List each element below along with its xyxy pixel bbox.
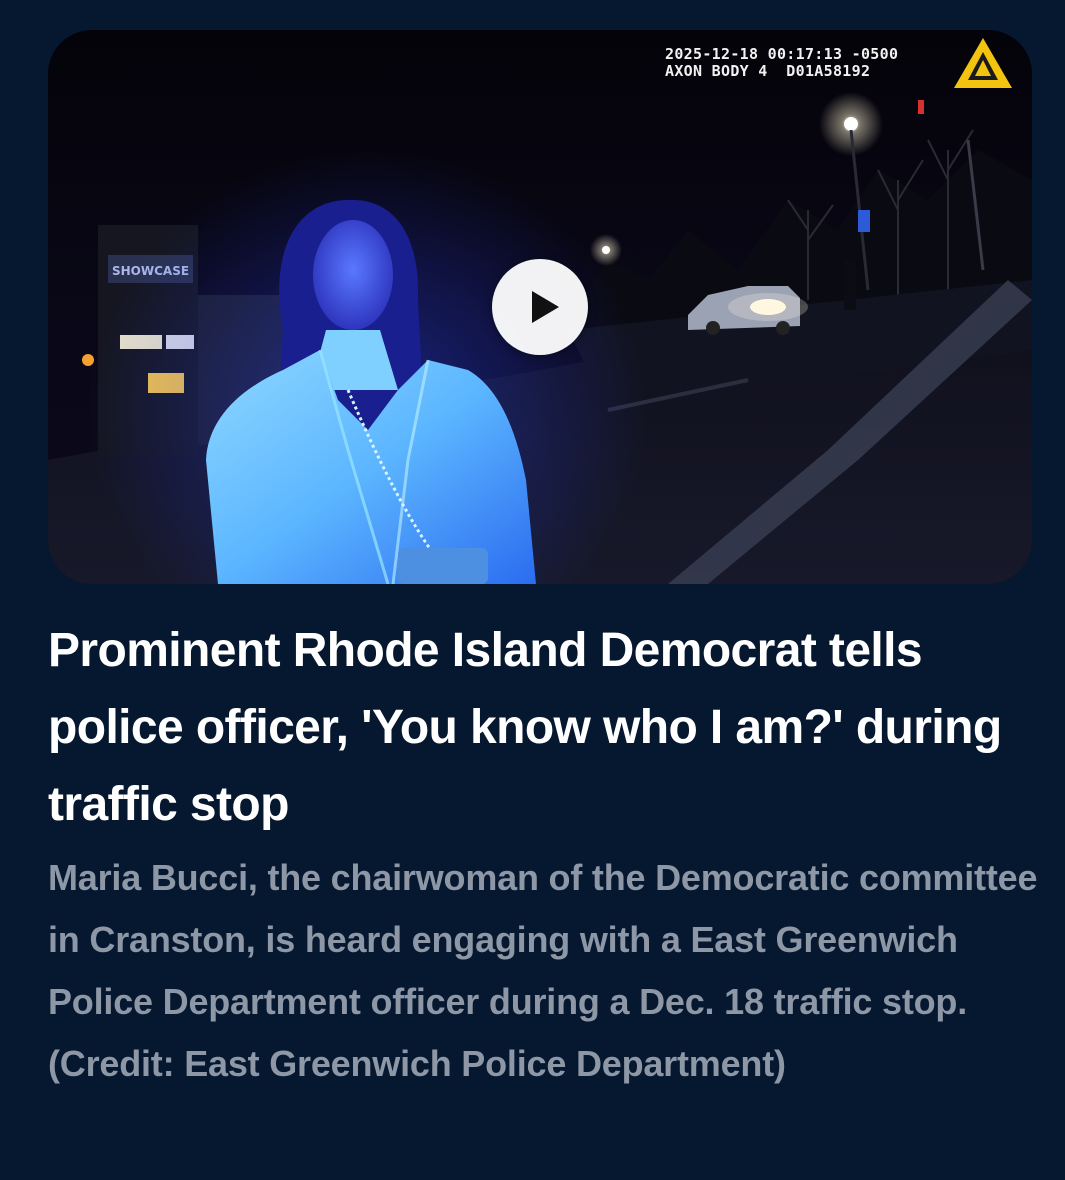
bodycam-device-id: AXON BODY 4 D01A58192 (665, 62, 871, 80)
play-button[interactable] (492, 259, 588, 355)
play-icon (532, 291, 559, 323)
article-headline[interactable]: Prominent Rhode Island Democrat tells po… (48, 612, 1038, 843)
bodycam-timestamp: 2025-12-18 00:17:13 -0500 (665, 45, 899, 63)
bodycam-overlay: 2025-12-18 00:17:13 -0500 AXON BODY 4 D0… (665, 46, 898, 80)
article-card: SHOWCASE (0, 0, 1065, 1180)
video-player[interactable]: SHOWCASE (48, 30, 1032, 584)
axon-logo-icon (954, 38, 1012, 88)
article-caption: Maria Bucci, the chairwoman of the Democ… (48, 857, 1038, 1084)
